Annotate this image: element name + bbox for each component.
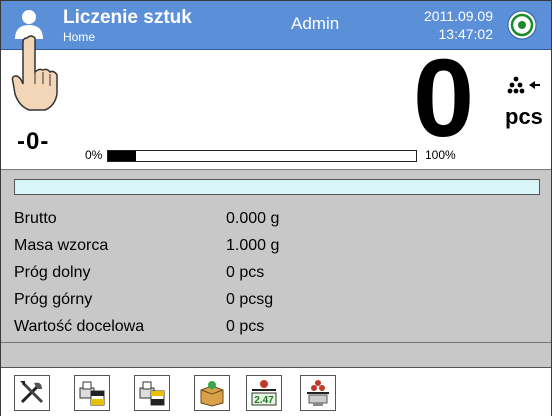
info-panel: Brutto 0.000 g Masa wzorca 1.000 g Próg … (1, 170, 551, 366)
pointing-hand-icon (11, 35, 58, 111)
info-value-reference-mass: 1.000 g (226, 237, 280, 254)
info-label-target-value: Wartość docelowa (14, 318, 145, 335)
info-label-brutto: Brutto (14, 210, 57, 227)
bottom-toolbar: 2.47 (1, 367, 551, 416)
weighing-display: -0- 0 pcs 0% 100% (1, 35, 551, 170)
sample-mass-icon: 2.47 (251, 380, 277, 406)
info-value-low-threshold: 0 pcs (226, 264, 265, 281)
print-header-icon (79, 381, 105, 406)
print-footer-button[interactable] (134, 375, 170, 411)
pieces-icon (507, 76, 540, 94)
app-window: Liczenie sztuk Home Admin 2011.09.09 13:… (0, 0, 552, 416)
counting-icon (307, 380, 329, 406)
app-title: Liczenie sztuk (63, 7, 192, 28)
info-label-low-threshold: Próg dolny (14, 264, 91, 281)
print-header-button[interactable] (74, 375, 110, 411)
divider (1, 342, 551, 343)
weight-reading: 0 (413, 37, 475, 160)
settings-icon (20, 381, 44, 404)
info-label-reference-mass: Masa wzorca (14, 237, 109, 254)
power-icon[interactable] (507, 10, 537, 40)
bar-max-label: 100% (425, 148, 456, 162)
logged-user[interactable]: Admin (291, 14, 339, 34)
progress-bar-fill (108, 151, 136, 161)
database-button[interactable] (194, 375, 230, 411)
database-icon (200, 381, 224, 407)
zero-indicator: -0- (17, 128, 50, 155)
info-value-brutto: 0.000 g (226, 210, 280, 227)
date-display: 2011.09.09 (423, 8, 493, 24)
settings-button[interactable] (14, 375, 50, 411)
info-value-high-threshold: 0 pcsg (226, 291, 274, 308)
sample-mass-button[interactable]: 2.47 (246, 375, 282, 411)
print-footer-icon (139, 381, 165, 406)
sample-mass-value: 2.47 (254, 395, 274, 406)
bar-min-label: 0% (85, 148, 103, 162)
info-value-target-value: 0 pcs (226, 318, 265, 335)
counting-button[interactable] (300, 375, 336, 411)
info-strip (14, 179, 540, 195)
unit-label: pcs (505, 104, 543, 129)
breadcrumb-home[interactable]: Home (63, 30, 95, 44)
info-label-high-threshold: Próg górny (14, 291, 93, 308)
progress-bar (107, 150, 417, 162)
